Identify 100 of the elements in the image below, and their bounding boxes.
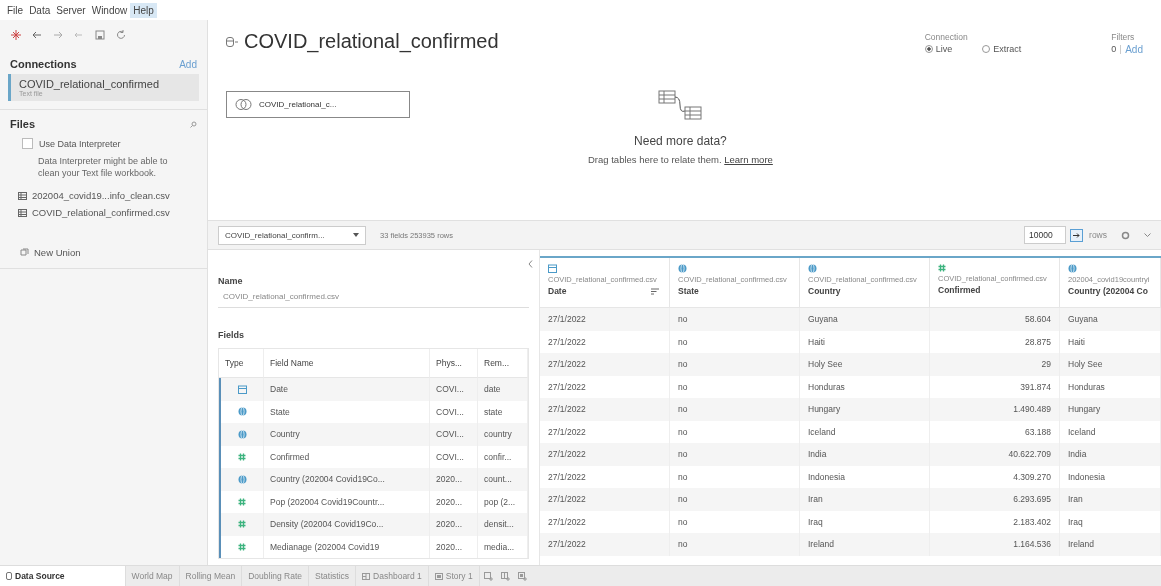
search-icon[interactable] [190, 120, 197, 128]
arrow-icon [1073, 232, 1081, 238]
file-name[interactable]: 202004_covid19...info_clean.csv [32, 190, 170, 201]
type-cell[interactable] [219, 535, 264, 558]
table-cell: 27/1/2022 [540, 443, 670, 466]
table-icon [18, 208, 27, 217]
table-cell: no [670, 488, 800, 511]
chevron-icon[interactable] [1144, 232, 1151, 238]
sheet-tab[interactable]: Data Source [0, 565, 126, 586]
type-cell[interactable] [219, 423, 264, 446]
table-cell: Iran [800, 488, 930, 511]
filters-count: 0 [1111, 44, 1117, 55]
table-dropdown[interactable]: COVID_relational_confirm... [218, 225, 366, 245]
type-cell[interactable] [219, 400, 264, 423]
file-name[interactable]: COVID_relational_confirmed.csv [32, 207, 170, 218]
table-cell: 27/1/2022 [540, 398, 670, 421]
number-icon [238, 520, 246, 529]
table-cell: count... [478, 468, 528, 491]
table-cell: India [800, 443, 930, 466]
menu-item[interactable]: Server [53, 2, 89, 18]
type-cell[interactable] [219, 490, 264, 513]
table-cell: Density (202004 Covid19Co... [264, 513, 430, 536]
table-cell: no [670, 353, 800, 376]
type-cell[interactable] [219, 468, 264, 491]
type-cell[interactable] [219, 445, 264, 468]
table-cell: 27/1/2022 [540, 488, 670, 511]
data-source-title[interactable]: COVID_relational_confirmed [244, 30, 499, 53]
table-chip[interactable]: COVID_relational_c... [226, 91, 410, 118]
type-cell[interactable] [219, 513, 264, 536]
fields-label: Fields [218, 330, 245, 340]
table-cell: COVI... [430, 378, 478, 401]
table-cell: Guyana [800, 308, 930, 331]
caret-icon [353, 233, 359, 237]
column-name: Date [548, 286, 567, 296]
type-cell[interactable] [219, 378, 264, 401]
table-cell: Ireland [1060, 533, 1161, 556]
number-icon [238, 542, 246, 551]
connection-label: Connection [924, 32, 969, 42]
table-cell: 1.164.536 [930, 533, 1060, 556]
save-icon[interactable] [94, 29, 106, 41]
radio-button[interactable] [982, 45, 991, 53]
globe-icon [237, 429, 247, 439]
table-cell: 58.604 [930, 308, 1060, 331]
table-cell: Country [264, 423, 430, 446]
checkbox[interactable] [22, 138, 33, 149]
table-cell: Country (202004 Covid19Co... [264, 468, 430, 491]
table-icon [18, 191, 27, 200]
related-tables-icon [658, 90, 703, 122]
table-cell: 1.490.489 [930, 398, 1060, 421]
column-name: Country [808, 286, 841, 296]
empty-canvas-text: Drag tables here to relate them. Learn more [588, 154, 773, 165]
table-cell: no [670, 533, 800, 556]
interpreter-hint: Data Interpreter might be able to clean your Text file workbook. [37, 155, 169, 179]
relation-icon [235, 99, 253, 110]
radio-label: Live [935, 44, 953, 54]
table-cell: Holy See [800, 353, 930, 376]
collapse-icon[interactable] [528, 260, 533, 268]
menu-item[interactable]: File [4, 2, 27, 18]
forward-arrow-icon[interactable] [52, 29, 64, 41]
menu-item[interactable]: Data [26, 2, 54, 18]
filters-label: Filters [1111, 32, 1136, 42]
calendar-icon [548, 264, 557, 273]
table-cell: no [670, 443, 800, 466]
table-cell: 6.293.695 [930, 488, 1060, 511]
table-cell: Hungary [800, 398, 930, 421]
menu-item[interactable]: Help [130, 2, 157, 18]
sort-icon[interactable] [651, 288, 659, 295]
new-union-link[interactable]: New Union [34, 247, 81, 258]
globe-icon [678, 264, 687, 273]
table-cell: no [670, 308, 800, 331]
files-heading: Files [10, 118, 36, 130]
radio-label: Extract [993, 44, 1022, 54]
column-name: Country (202004 Co [1068, 286, 1148, 296]
menu-item[interactable]: Window [88, 2, 131, 18]
number-icon [238, 497, 246, 506]
table-cell: Holy See [1060, 353, 1161, 376]
table-cell: Iran [1060, 488, 1161, 511]
refresh-icon[interactable] [115, 29, 127, 41]
table-cell: densit... [478, 513, 528, 536]
radio-button[interactable] [924, 45, 933, 53]
apply-rows-button[interactable] [1070, 228, 1084, 242]
new-story-icon [517, 571, 527, 581]
table-cell: Guyana [1060, 308, 1161, 331]
table-cell: 40.622.709 [930, 443, 1060, 466]
column-name: Confirmed [938, 285, 981, 295]
name-field[interactable]: COVID_relational_confirmed.csv [218, 286, 529, 308]
rows-label: rows [1089, 230, 1107, 240]
checkbox-label: Use Data Interpreter [39, 138, 121, 149]
table-cell: 27/1/2022 [540, 308, 670, 331]
globe-icon [808, 264, 817, 273]
learn-more-link[interactable]: Learn more [724, 154, 773, 165]
database-icon [226, 36, 238, 47]
story-icon [434, 572, 443, 580]
table-cell: Hungary [1060, 398, 1161, 421]
rows-input[interactable]: 10000 [1024, 226, 1067, 244]
union-icon [20, 248, 29, 257]
settings-icon[interactable] [1121, 230, 1130, 240]
table-cell: Date [264, 378, 430, 401]
table-cell: 29 [930, 353, 1060, 376]
back-arrow-icon[interactable] [31, 29, 43, 41]
